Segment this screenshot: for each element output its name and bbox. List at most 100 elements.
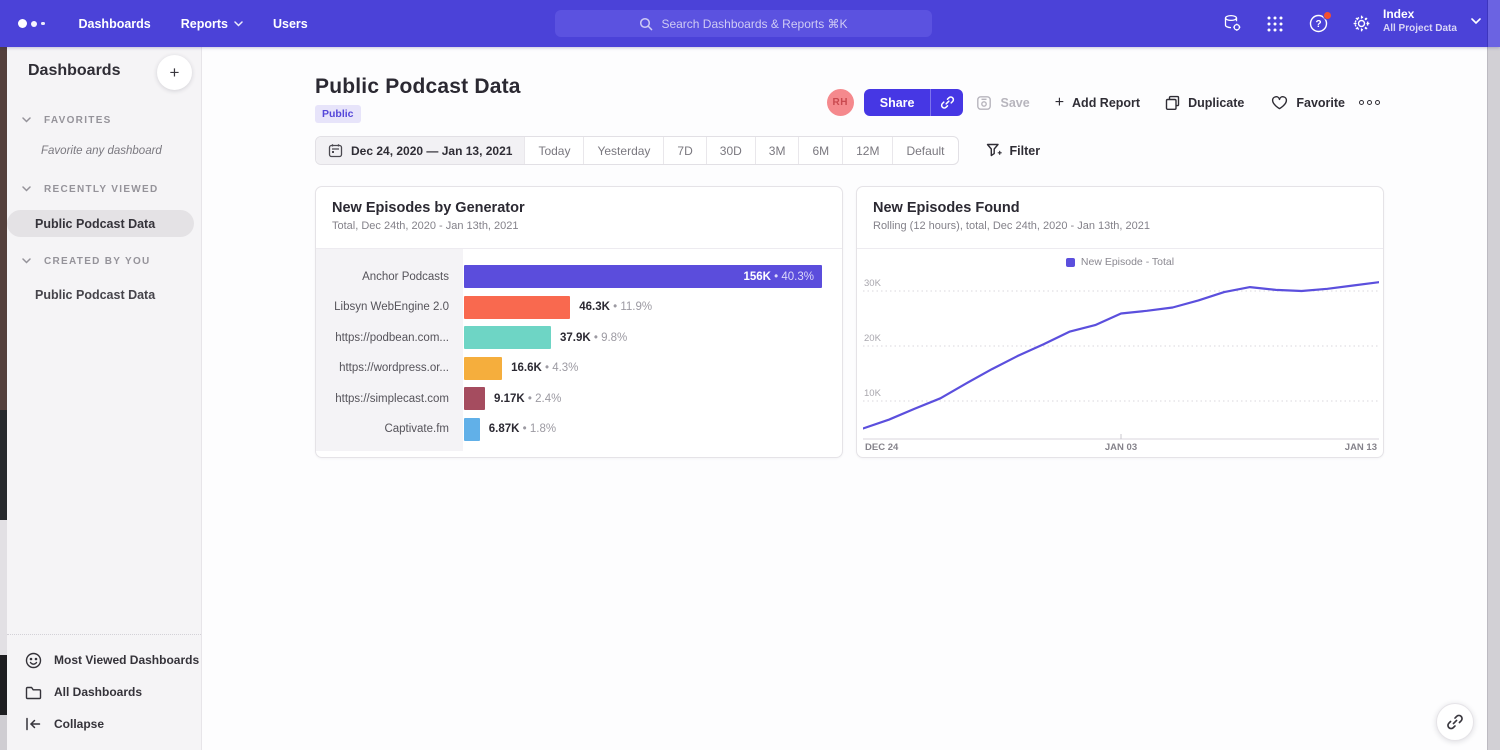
scrollbar-track[interactable]	[1487, 47, 1500, 750]
page-title: Public Podcast Data	[315, 75, 521, 99]
copy-link-button[interactable]	[930, 89, 963, 116]
bar-chart: Anchor Podcasts156K • 40.3% Libsyn WebEng…	[316, 249, 842, 457]
bar-value-label: 16.6K • 4.3%	[511, 362, 578, 374]
bar-segment[interactable]	[464, 387, 485, 410]
x-tick-jan03: JAN 03	[1105, 442, 1137, 453]
date-preset-7d[interactable]: 7D	[663, 137, 705, 164]
help-icon[interactable]: ?	[1308, 14, 1328, 34]
filter-button[interactable]: Filter	[986, 143, 1041, 158]
most-viewed-dashboards-button[interactable]: Most Viewed Dashboards	[7, 644, 201, 676]
section-label: CREATED BY YOU	[44, 256, 151, 267]
bar-segment[interactable]	[464, 326, 551, 349]
chevron-down-icon	[234, 21, 243, 27]
card-new-episodes-found[interactable]: New Episodes Found Rolling (12 hours), t…	[856, 186, 1384, 458]
more-options-button[interactable]	[1359, 100, 1380, 105]
sidebar-item-public-podcast-data-created[interactable]: Public Podcast Data	[35, 288, 155, 302]
nav-label: Reports	[181, 17, 228, 31]
sidebar-item-public-podcast-data[interactable]: Public Podcast Data	[7, 210, 194, 237]
date-preset-default[interactable]: Default	[892, 137, 957, 164]
date-preset-6m[interactable]: 6M	[798, 137, 842, 164]
search-placeholder: Search Dashboards & Reports ⌘K	[661, 17, 847, 31]
date-preset-yesterday[interactable]: Yesterday	[583, 137, 663, 164]
duplicate-label: Duplicate	[1188, 96, 1244, 110]
bar-value-label: 46.3K • 11.9%	[579, 301, 652, 313]
bar-value-label: 6.87K • 1.8%	[489, 423, 556, 435]
collapse-sidebar-button[interactable]: Collapse	[7, 708, 201, 740]
footer-label: Most Viewed Dashboards	[54, 653, 199, 667]
svg-text:?: ?	[1315, 19, 1321, 30]
chevron-down-icon	[22, 186, 31, 192]
add-report-label: Add Report	[1072, 96, 1140, 110]
date-preset-30d[interactable]: 30D	[706, 137, 755, 164]
search-input[interactable]: Search Dashboards & Reports ⌘K	[555, 10, 932, 37]
chart-legend[interactable]: New Episode - Total	[857, 256, 1383, 268]
sidebar: Dashboards + FAVORITES Favorite any dash…	[7, 47, 202, 750]
nav-label: Users	[273, 17, 308, 31]
favorite-label: Favorite	[1296, 96, 1345, 110]
favorites-empty-hint: Favorite any dashboard	[41, 145, 162, 157]
filter-label: Filter	[1010, 144, 1041, 158]
bar-segment[interactable]	[464, 296, 570, 319]
card-header: New Episodes Found Rolling (12 hours), t…	[857, 187, 1383, 249]
chevron-down-icon	[22, 117, 31, 123]
avatar[interactable]: RH	[827, 89, 854, 116]
duplicate-icon	[1165, 95, 1180, 111]
share-label: Share	[864, 89, 931, 116]
nav-item-dashboards[interactable]: Dashboards	[79, 17, 151, 31]
data-management-icon[interactable]	[1222, 14, 1242, 34]
date-range-bar: Dec 24, 2020 — Jan 13, 2021 TodayYesterd…	[315, 136, 959, 165]
smiley-icon	[25, 652, 42, 669]
save-label: Save	[1000, 96, 1029, 110]
sidebar-section-created-by-you[interactable]: CREATED BY YOU	[7, 253, 201, 269]
bar-segment[interactable]	[464, 357, 502, 380]
bar-value-label: 9.17K • 2.4%	[494, 393, 561, 405]
card-title: New Episodes Found	[873, 200, 1367, 216]
bar-value-label: 37.9K • 9.8%	[560, 332, 627, 344]
bar-category-label: Libsyn WebEngine 2.0	[316, 301, 449, 313]
share-button[interactable]: Share	[864, 89, 964, 116]
sidebar-item-label: Public Podcast Data	[35, 217, 155, 231]
bar-row: https://simplecast.com9.17K • 2.4%	[316, 385, 842, 412]
bar-category-label: Captivate.fm	[316, 423, 449, 435]
bar-row: Anchor Podcasts156K • 40.3%	[316, 263, 842, 290]
top-navbar: Dashboards Reports Users Search Dashboar…	[0, 0, 1500, 47]
link-icon	[940, 95, 955, 110]
sidebar-section-favorites[interactable]: FAVORITES	[7, 112, 201, 128]
add-report-button[interactable]: + Add Report	[1055, 94, 1140, 112]
save-button[interactable]: Save	[976, 95, 1029, 111]
filter-funnel-icon	[986, 143, 1002, 158]
all-dashboards-button[interactable]: All Dashboards	[7, 676, 201, 708]
mixpanel-logo-icon[interactable]	[18, 19, 45, 28]
apps-grid-icon[interactable]	[1265, 14, 1285, 34]
settings-gear-icon[interactable]	[1351, 14, 1371, 34]
footer-label: Collapse	[54, 717, 104, 731]
date-range-picker[interactable]: Dec 24, 2020 — Jan 13, 2021	[316, 137, 524, 164]
line-chart-svg[interactable]	[863, 271, 1379, 441]
bar-category-label: Anchor Podcasts	[316, 271, 449, 283]
sidebar-section-recently-viewed[interactable]: RECENTLY VIEWED	[7, 181, 201, 197]
nav-item-users[interactable]: Users	[273, 17, 308, 31]
date-preset-12m[interactable]: 12M	[842, 137, 892, 164]
dashboard-actions: RH Share Save + Add Report Duplicate Fav…	[827, 89, 1380, 116]
bar-segment[interactable]	[464, 418, 480, 441]
line-series[interactable]	[863, 282, 1379, 428]
card-new-episodes-by-generator[interactable]: New Episodes by Generator Total, Dec 24t…	[315, 186, 843, 458]
section-label: FAVORITES	[44, 115, 112, 126]
x-tick-jan13: JAN 13	[1345, 442, 1377, 453]
bar-row: https://wordpress.or...16.6K • 4.3%	[316, 355, 842, 382]
duplicate-button[interactable]: Duplicate	[1165, 95, 1244, 111]
new-dashboard-button[interactable]: +	[157, 55, 192, 90]
nav-item-reports[interactable]: Reports	[181, 17, 243, 31]
project-switcher[interactable]: Index All Project Data	[1383, 7, 1481, 35]
org-name: Index	[1383, 7, 1457, 22]
legend-label: New Episode - Total	[1081, 256, 1174, 268]
favorite-button[interactable]: Favorite	[1271, 95, 1345, 110]
date-preset-today[interactable]: Today	[524, 137, 583, 164]
x-tick-dec24: DEC 24	[865, 442, 898, 453]
date-range-label: Dec 24, 2020 — Jan 13, 2021	[351, 144, 512, 158]
sidebar-footer: Most Viewed Dashboards All Dashboards Co…	[7, 634, 201, 750]
search-icon	[639, 17, 653, 31]
date-preset-3m[interactable]: 3M	[755, 137, 799, 164]
link-icon	[1446, 713, 1464, 731]
floating-copy-link-button[interactable]	[1436, 703, 1474, 741]
